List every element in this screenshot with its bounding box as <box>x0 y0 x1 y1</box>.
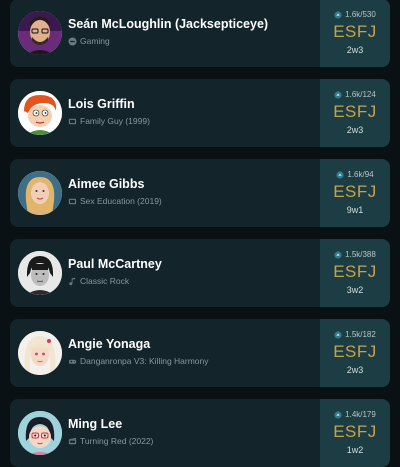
film-icon <box>68 437 77 446</box>
type-panel: 1.5k/182 ESFJ 2w3 <box>320 319 390 387</box>
personality-type: ESFJ <box>333 102 377 121</box>
music-note-icon <box>68 277 77 286</box>
profile-category: Classic Rock <box>68 276 129 286</box>
vote-count-label: 1.6k/124 <box>345 90 376 99</box>
vote-count: 1.6k/94 <box>320 170 390 179</box>
category-label: Turning Red (2022) <box>80 436 154 446</box>
vote-count-label: 1.4k/179 <box>345 410 376 419</box>
type-panel: 1.6k/530 ESFJ 2w3 <box>320 0 390 67</box>
enneagram-wing: 9w1 <box>346 205 364 215</box>
avatar <box>18 171 62 215</box>
profile-category: Family Guy (1999) <box>68 116 150 126</box>
vote-count: 1.6k/530 <box>320 10 390 19</box>
category-label: Sex Education (2019) <box>80 196 162 206</box>
avatar <box>18 411 62 455</box>
profile-card[interactable]: Ming Lee Turning Red (2022) 1.4k/179 ESF… <box>10 399 390 467</box>
type-panel: 1.4k/179 ESFJ 1w2 <box>320 399 390 467</box>
enneagram-wing: 2w3 <box>346 365 364 375</box>
vote-count: 1.6k/124 <box>320 90 390 99</box>
personality-type: ESFJ <box>333 342 377 361</box>
category-label: Family Guy (1999) <box>80 116 150 126</box>
avatar <box>18 251 62 295</box>
enneagram-wing: 2w3 <box>346 45 364 55</box>
profile-name[interactable]: Angie Yonaga <box>68 337 150 351</box>
vote-count-label: 1.6k/530 <box>345 10 376 19</box>
tv-icon <box>68 117 77 126</box>
profile-name[interactable]: Seán McLoughlin (Jacksepticeye) <box>68 17 268 31</box>
profile-card[interactable]: Paul McCartney Classic Rock 1.5k/388 ESF… <box>10 239 390 307</box>
profile-card[interactable]: Angie Yonaga Danganronpa V3: Killing Har… <box>10 319 390 387</box>
votes-icon <box>334 10 342 19</box>
vote-count-label: 1.6k/94 <box>347 170 374 179</box>
avatar <box>18 331 62 375</box>
votes-icon <box>334 90 342 99</box>
votes-icon <box>334 250 342 259</box>
profile-card[interactable]: Aimee Gibbs Sex Education (2019) 1.6k/94… <box>10 159 390 227</box>
gamepad-icon <box>68 36 77 46</box>
personality-type: ESFJ <box>333 262 377 281</box>
vote-count: 1.5k/388 <box>320 250 390 259</box>
personality-type: ESFJ <box>333 182 377 201</box>
profile-name[interactable]: Aimee Gibbs <box>68 177 144 191</box>
type-panel: 1.6k/124 ESFJ 2w3 <box>320 79 390 147</box>
vote-count: 1.5k/182 <box>320 330 390 339</box>
profile-card[interactable]: Seán McLoughlin (Jacksepticeye) Gaming 1… <box>10 0 390 67</box>
gamepad-icon <box>68 357 77 366</box>
votes-icon <box>336 170 344 179</box>
profile-card[interactable]: Lois Griffin Family Guy (1999) 1.6k/124 … <box>10 79 390 147</box>
avatar <box>18 91 62 135</box>
tv-icon <box>68 197 77 206</box>
category-label: Danganronpa V3: Killing Harmony <box>80 356 209 366</box>
enneagram-wing: 1w2 <box>346 445 364 455</box>
personality-type: ESFJ <box>333 422 377 441</box>
personality-type: ESFJ <box>333 22 377 41</box>
category-label: Classic Rock <box>80 276 130 286</box>
profile-category: Gaming <box>68 36 110 46</box>
vote-count-label: 1.5k/182 <box>345 330 376 339</box>
type-panel: 1.5k/388 ESFJ 3w2 <box>320 239 390 307</box>
vote-count-label: 1.5k/388 <box>345 250 376 259</box>
profile-category: Turning Red (2022) <box>68 436 153 446</box>
profile-name[interactable]: Paul McCartney <box>68 257 162 271</box>
avatar <box>18 11 62 55</box>
category-label: Gaming <box>80 36 110 46</box>
votes-icon <box>334 410 342 419</box>
vote-count: 1.4k/179 <box>320 410 390 419</box>
profile-name[interactable]: Ming Lee <box>68 417 122 431</box>
profile-category: Danganronpa V3: Killing Harmony <box>68 356 209 366</box>
type-panel: 1.6k/94 ESFJ 9w1 <box>320 159 390 227</box>
votes-icon <box>334 330 342 339</box>
profile-name[interactable]: Lois Griffin <box>68 97 135 111</box>
profile-category: Sex Education (2019) <box>68 196 162 206</box>
enneagram-wing: 3w2 <box>346 285 364 295</box>
enneagram-wing: 2w3 <box>346 125 364 135</box>
